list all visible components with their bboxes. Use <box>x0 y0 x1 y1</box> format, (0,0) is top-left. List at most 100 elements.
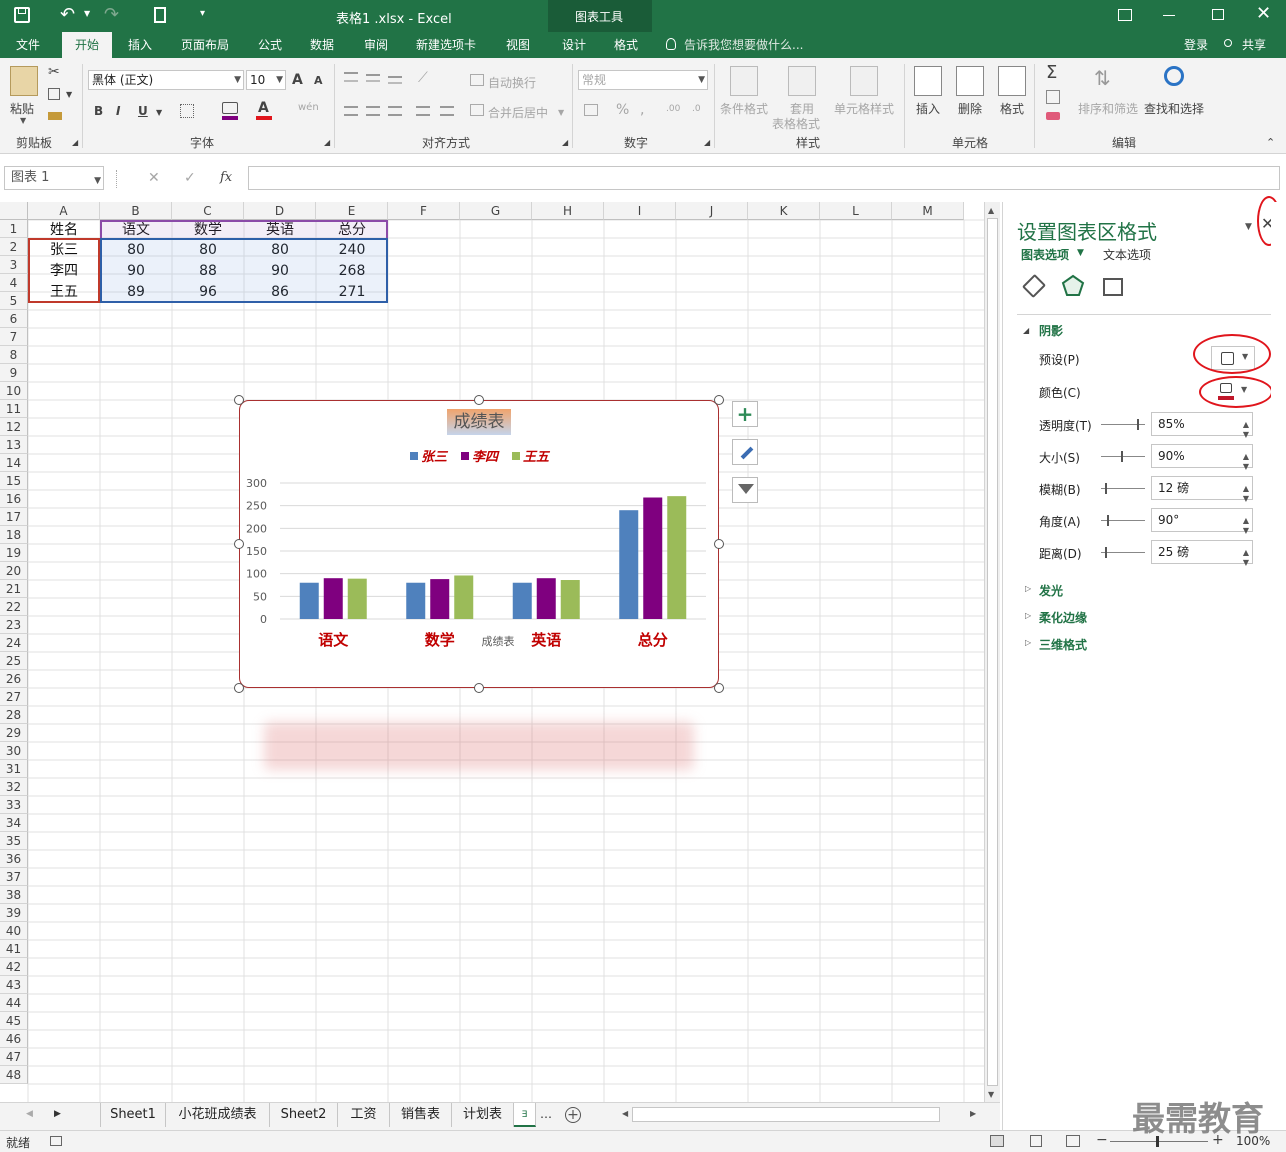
tell-me-input[interactable]: 告诉我您想要做什么... <box>684 32 814 58</box>
wrap-text-icon[interactable] <box>470 74 484 86</box>
undo-dropdown-icon[interactable]: ▼ <box>84 9 90 18</box>
column-header-j[interactable]: J <box>676 202 748 220</box>
row-header-5[interactable]: 5 <box>0 292 28 310</box>
increase-decimal-icon[interactable]: .00 <box>666 104 680 114</box>
fill-icon[interactable] <box>1046 90 1060 104</box>
distance-slider[interactable] <box>1101 547 1145 558</box>
font-color-icon[interactable]: A <box>258 100 269 116</box>
merge-center-icon[interactable] <box>470 104 484 116</box>
slider-knob[interactable] <box>1107 515 1109 526</box>
sheet-tab[interactable]: Sheet2 <box>270 1103 338 1127</box>
row-header-21[interactable]: 21 <box>0 580 28 598</box>
pane-options-dropdown-icon[interactable]: ▼ <box>1245 222 1252 232</box>
sort-filter-button[interactable]: 排序和筛选 <box>1078 100 1138 117</box>
slider-knob[interactable] <box>1121 451 1123 462</box>
insert-cells-icon[interactable] <box>914 66 942 96</box>
row-header-44[interactable]: 44 <box>0 994 28 1012</box>
page-break-view-icon[interactable] <box>1066 1135 1080 1147</box>
paste-button[interactable]: 粘贴 <box>10 100 34 117</box>
angle-slider[interactable] <box>1101 515 1145 526</box>
row-header-37[interactable]: 37 <box>0 868 28 886</box>
close-window-icon[interactable]: ✕ <box>1256 3 1271 24</box>
increase-indent-icon[interactable] <box>440 106 454 116</box>
fill-color-icon[interactable] <box>222 102 238 114</box>
fill-line-icon[interactable] <box>1021 273 1047 299</box>
macro-record-icon[interactable] <box>50 1136 62 1146</box>
row-header-42[interactable]: 42 <box>0 958 28 976</box>
row-header-15[interactable]: 15 <box>0 472 28 490</box>
resize-handle[interactable] <box>714 395 724 405</box>
column-header-d[interactable]: D <box>244 202 316 220</box>
3d-format-expand-icon[interactable]: ▷ <box>1025 638 1031 647</box>
collapse-ribbon-icon[interactable]: ⌃ <box>1266 136 1275 149</box>
row-header-16[interactable]: 16 <box>0 490 28 508</box>
align-bottom-icon[interactable] <box>388 76 402 84</box>
bold-button[interactable]: B <box>94 104 103 118</box>
tab-new-tab[interactable]: 新建选项卡 <box>404 32 488 58</box>
sheet-tab[interactable]: 小花班成绩表 <box>166 1103 270 1127</box>
formula-input[interactable] <box>248 166 1280 190</box>
tab-text-options[interactable]: 文本选项 <box>1103 246 1151 263</box>
row-header-46[interactable]: 46 <box>0 1030 28 1048</box>
worksheet-grid[interactable]: ABCDEFGHIJKLM 1 2 3 4 5 6 7 8 9 10 11 12 13 14 15 16 17 1… <box>0 202 984 1102</box>
chart-options-dropdown-icon[interactable]: ▼ <box>1077 248 1084 258</box>
resize-handle[interactable] <box>234 395 244 405</box>
row-header-32[interactable]: 32 <box>0 778 28 796</box>
cell-styles-icon[interactable] <box>850 66 878 96</box>
borders-icon[interactable] <box>180 104 194 118</box>
column-header-f[interactable]: F <box>388 202 460 220</box>
row-header-43[interactable]: 43 <box>0 976 28 994</box>
share-button[interactable]: 共享 <box>1236 32 1272 58</box>
row-header-12[interactable]: 12 <box>0 418 28 436</box>
h-scroll-right-icon[interactable]: ▶ <box>970 1109 976 1118</box>
scroll-down-icon[interactable]: ▼ <box>988 1090 994 1099</box>
row-header-35[interactable]: 35 <box>0 832 28 850</box>
column-header-c[interactable]: C <box>172 202 244 220</box>
row-header-38[interactable]: 38 <box>0 886 28 904</box>
column-header-k[interactable]: K <box>748 202 820 220</box>
slider-knob[interactable] <box>1105 483 1107 494</box>
customize-qat-icon[interactable]: ▾ <box>200 8 205 19</box>
sheet-tab[interactable]: 销售表 <box>390 1103 452 1127</box>
copy-icon[interactable] <box>48 88 60 100</box>
h-scroll-left-icon[interactable]: ◀ <box>622 1109 628 1118</box>
row-header-34[interactable]: 34 <box>0 814 28 832</box>
angle-input[interactable]: 90° ▲ ▼ <box>1151 508 1253 535</box>
sheet-tab[interactable]: 工资 <box>338 1103 390 1127</box>
column-header-h[interactable]: H <box>532 202 604 220</box>
chart-elements-button[interactable]: + <box>732 401 758 427</box>
3d-format-section-header[interactable]: 三维格式 <box>1039 636 1087 653</box>
slider-knob[interactable] <box>1137 419 1139 430</box>
resize-handle[interactable] <box>474 395 484 405</box>
add-sheet-icon[interactable]: + <box>565 1107 581 1123</box>
scroll-tabs-left-icon[interactable]: ◀ <box>26 1109 33 1119</box>
number-format-select[interactable]: 常规 ▼ <box>578 70 708 90</box>
font-name-select[interactable]: 黑体 (正文) ▼ <box>88 70 244 90</box>
spin-down-icon[interactable]: ▼ <box>1243 520 1249 542</box>
chart-filters-button[interactable] <box>732 477 758 503</box>
blur-input[interactable]: 12 磅 ▲ ▼ <box>1151 476 1253 503</box>
vertical-scrollbar[interactable]: ▲ ▼ <box>984 202 1000 1102</box>
undo-icon[interactable]: ↶ <box>60 4 75 25</box>
row-header-17[interactable]: 17 <box>0 508 28 526</box>
select-all-corner[interactable] <box>0 202 28 220</box>
glow-expand-icon[interactable]: ▷ <box>1025 584 1031 593</box>
sheet-tab-active[interactable]: ∃ <box>514 1103 536 1127</box>
zoom-out-icon[interactable]: − <box>1096 1132 1108 1148</box>
copy-dropdown-icon[interactable]: ▼ <box>66 90 72 99</box>
spin-down-icon[interactable]: ▼ <box>1243 456 1249 478</box>
font-decrease-icon[interactable]: A <box>314 74 323 87</box>
underline-button[interactable]: U <box>138 104 148 118</box>
effects-icon[interactable] <box>1061 274 1085 298</box>
alignment-launcher-icon[interactable]: ◢ <box>562 138 568 147</box>
format-painter-icon[interactable] <box>48 112 62 120</box>
row-header-2[interactable]: 2 <box>0 238 28 256</box>
row-header-18[interactable]: 18 <box>0 526 28 544</box>
row-header-25[interactable]: 25 <box>0 652 28 670</box>
horizontal-scroll-thumb[interactable] <box>632 1107 940 1122</box>
scroll-thumb[interactable] <box>987 218 998 1086</box>
row-header-19[interactable]: 19 <box>0 544 28 562</box>
column-header-i[interactable]: I <box>604 202 676 220</box>
delete-cells-button[interactable]: 删除 <box>958 100 982 117</box>
row-header-20[interactable]: 20 <box>0 562 28 580</box>
